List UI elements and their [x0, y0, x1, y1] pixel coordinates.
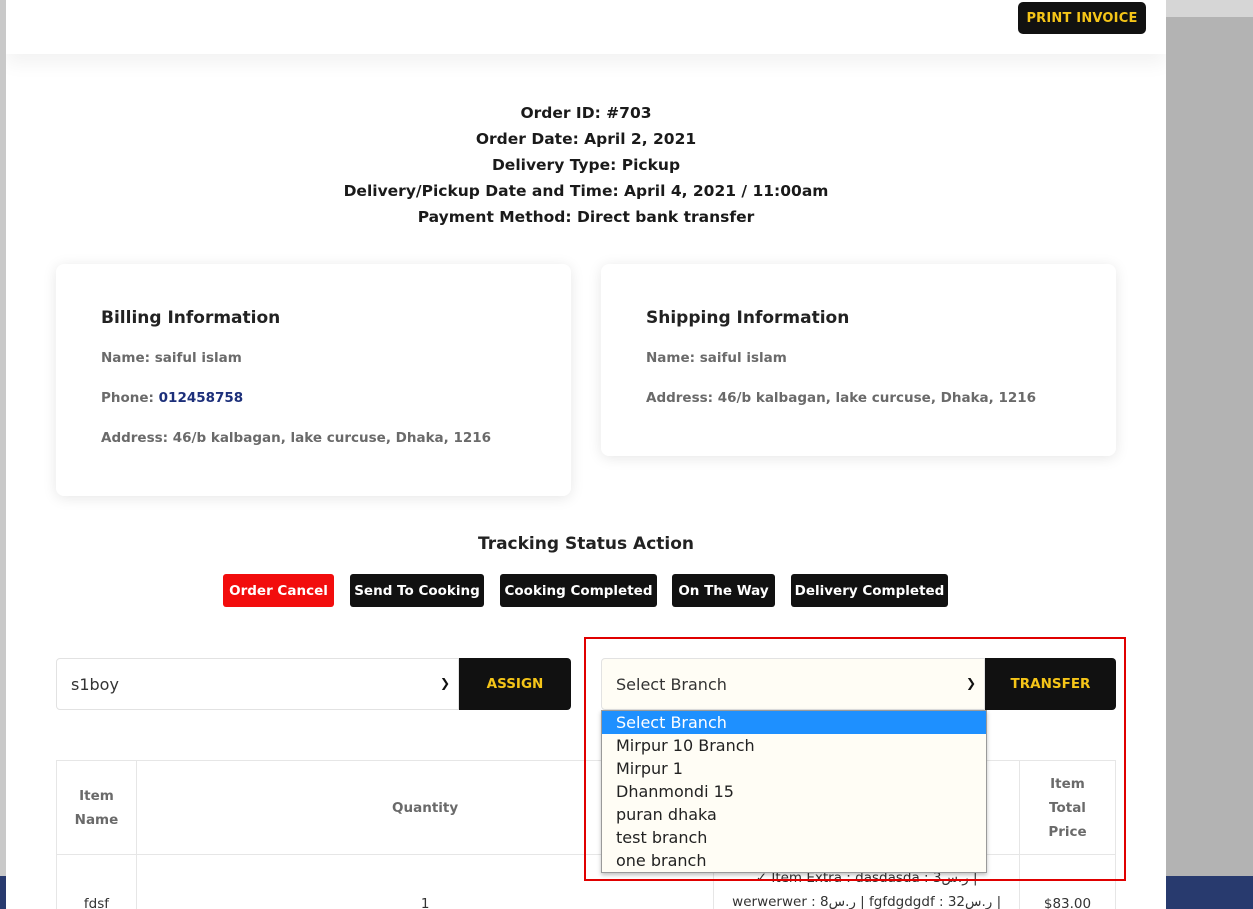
delivery-datetime: Delivery/Pickup Date and Time: April 4, … — [343, 182, 829, 200]
order-id: Order ID: #703 — [520, 104, 652, 122]
billing-name: Name: saiful islam — [101, 350, 242, 366]
chevron-down-icon: ❯ — [439, 676, 450, 690]
highlight-annotation — [584, 637, 1126, 881]
order-cancel-button[interactable]: Order Cancel — [223, 574, 334, 607]
delivery-completed-button[interactable]: Delivery Completed — [791, 574, 948, 607]
assign-button[interactable]: ASSIGN — [459, 658, 571, 710]
shipping-address: Address: 46/b kalbagan, lake curcuse, Dh… — [646, 390, 1037, 406]
shipping-card: Shipping Information Name: saiful islam … — [601, 264, 1116, 456]
delivery-type: Delivery Type: Pickup — [491, 156, 681, 174]
delivery-boy-value: s1boy — [71, 674, 119, 694]
shipping-name: Name: saiful islam — [646, 350, 787, 366]
billing-card: Billing Information Name: saiful islam P… — [56, 264, 571, 496]
header-item-name: Item Name — [56, 760, 137, 855]
billing-phone-label: Phone: — [101, 390, 159, 406]
billing-phone: Phone: 012458758 — [101, 390, 243, 406]
extras-line-2: werwerwer : 8ر.س | fgfdgdgdf : 32ر.س | — [732, 894, 1002, 909]
order-details-modal: PRINT INVOICE Order ID: #703 Order Date:… — [6, 0, 1166, 909]
order-summary: Order ID: #703 Order Date: April 2, 2021… — [6, 100, 1166, 230]
backdrop-top-strip — [1166, 0, 1253, 17]
delivery-boy-select[interactable]: s1boy ❯ — [56, 658, 459, 710]
billing-phone-link[interactable]: 012458758 — [159, 390, 244, 406]
on-the-way-button[interactable]: On The Way — [672, 574, 775, 607]
send-to-cooking-button[interactable]: Send To Cooking — [350, 574, 484, 607]
modal-header: PRINT INVOICE — [6, 0, 1166, 54]
billing-address: Address: 46/b kalbagan, lake curcuse, Dh… — [101, 430, 492, 446]
tracking-title: Tracking Status Action — [477, 534, 695, 554]
payment-method: Payment Method: Direct bank transfer — [417, 208, 755, 226]
cooking-completed-button[interactable]: Cooking Completed — [500, 574, 657, 607]
billing-title: Billing Information — [101, 308, 281, 328]
item-name-cell: fdsf — [56, 854, 137, 909]
print-invoice-button[interactable]: PRINT INVOICE — [1018, 2, 1146, 34]
backdrop-bottom-bar — [1166, 876, 1253, 909]
shipping-title: Shipping Information — [646, 308, 850, 328]
order-date: Order Date: April 2, 2021 — [475, 130, 697, 148]
page-backdrop — [1166, 0, 1253, 909]
